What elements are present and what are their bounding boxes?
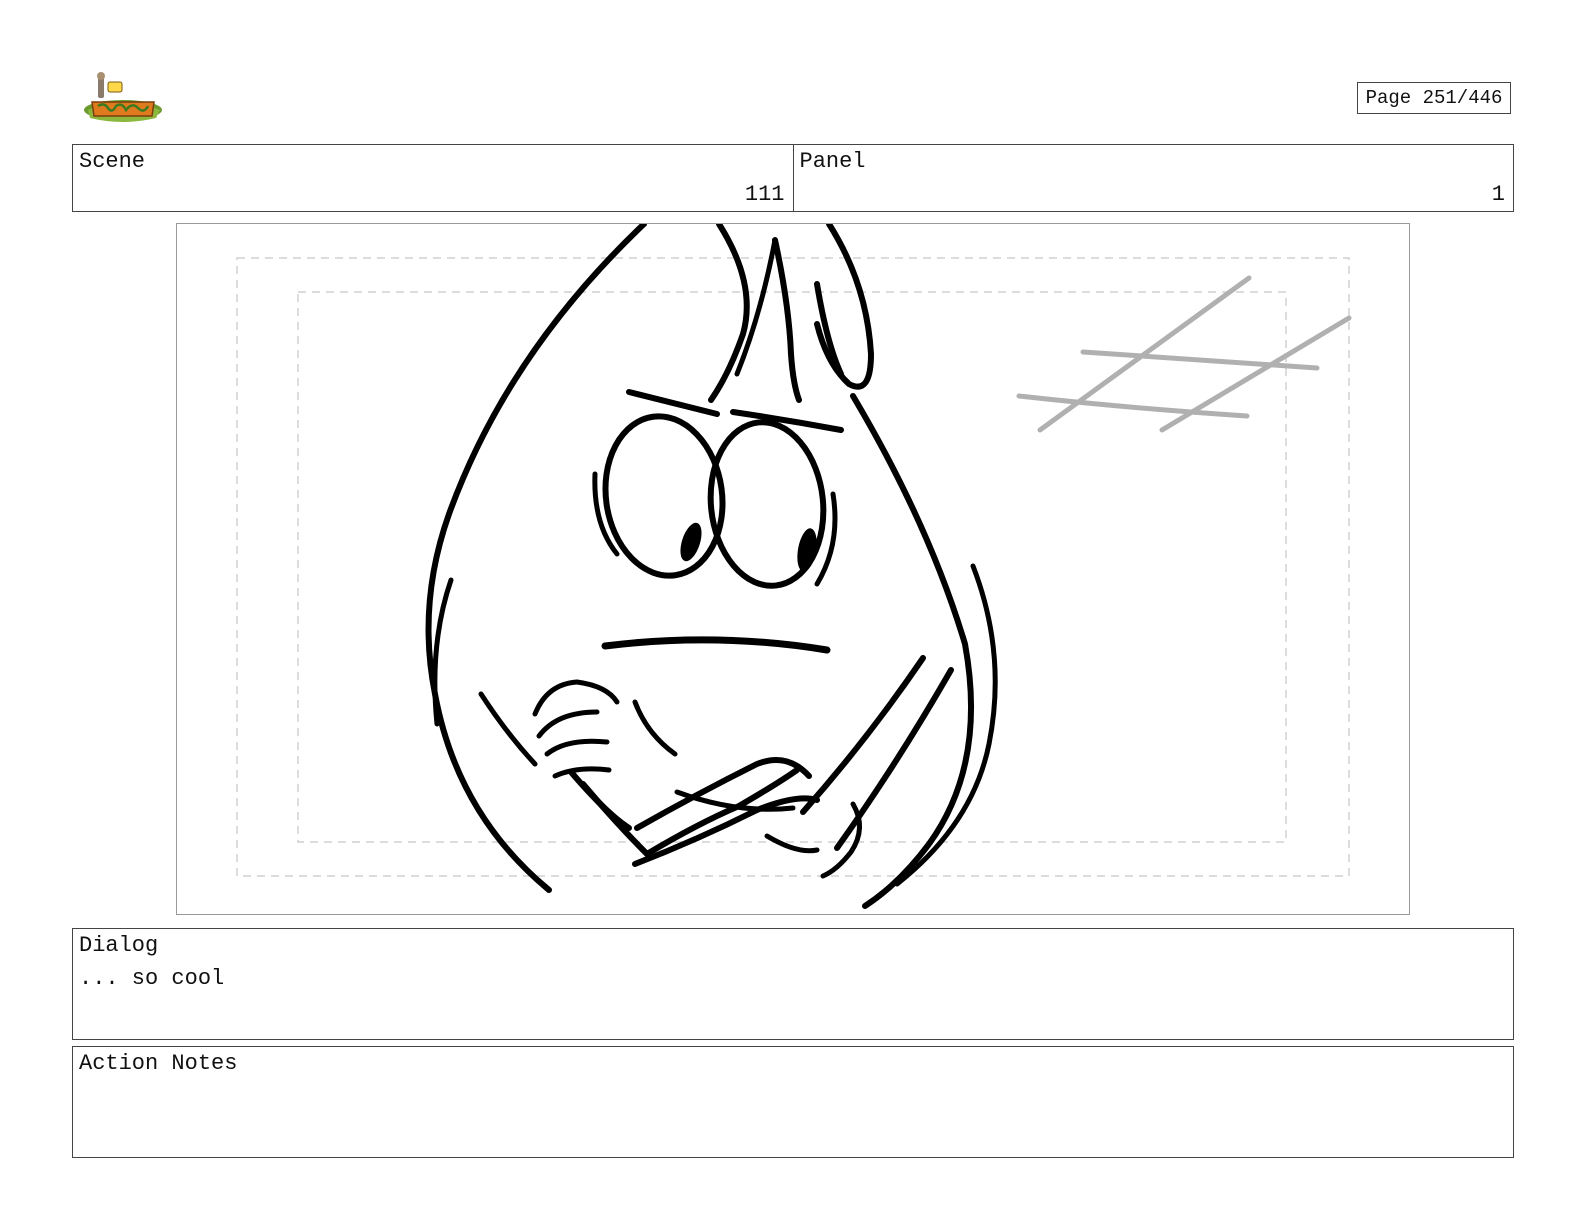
storyboard-frame bbox=[176, 223, 1410, 915]
scene-number: 111 bbox=[744, 182, 785, 207]
dialog-label: Dialog bbox=[79, 933, 159, 958]
panel-label: Panel bbox=[799, 149, 866, 174]
scene-panel-row: Scene 111 Panel 1 bbox=[72, 144, 1514, 212]
dialog-box: Dialog ... so cool bbox=[72, 928, 1514, 1040]
dialog-text: ... so cool bbox=[79, 966, 225, 991]
studio-logo bbox=[82, 72, 164, 124]
scene-label: Scene bbox=[79, 149, 146, 174]
action-notes-label: Action Notes bbox=[79, 1051, 238, 1076]
character-sketch bbox=[425, 224, 998, 909]
window-sketch bbox=[1016, 275, 1352, 433]
page-indicator: Page 251/446 bbox=[1357, 82, 1511, 114]
action-notes-box: Action Notes bbox=[72, 1046, 1514, 1158]
scene-cell: Scene 111 bbox=[73, 145, 793, 211]
panel-cell: Panel 1 bbox=[792, 145, 1514, 211]
sketch-drawing bbox=[236, 224, 1352, 909]
panel-number: 1 bbox=[1491, 182, 1505, 207]
